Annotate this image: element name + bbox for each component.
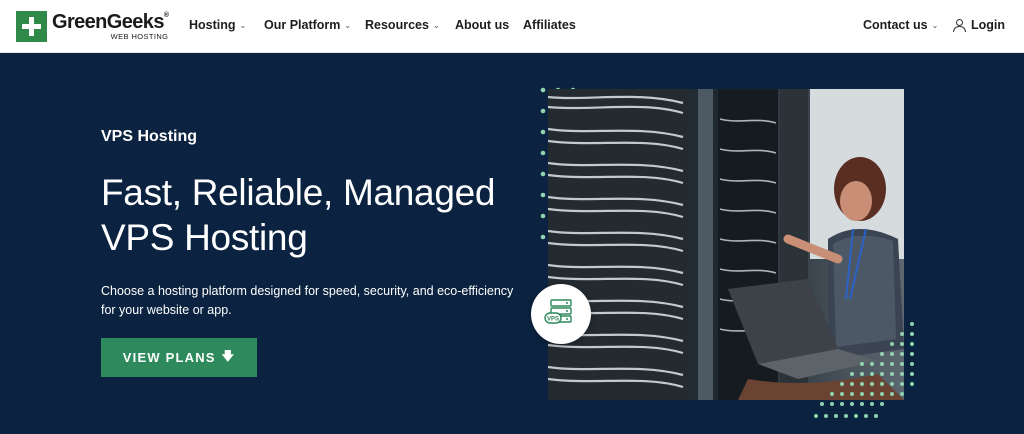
nav-about-us[interactable]: About us	[455, 18, 509, 32]
nav-affiliates-label: Affiliates	[523, 18, 576, 32]
chevron-down-icon: ⌄	[432, 20, 440, 30]
vps-server-badge: VPS	[531, 284, 591, 344]
nav-contact-us[interactable]: Contact us ⌄	[863, 18, 938, 32]
nav-hosting[interactable]: Hosting ⌄	[189, 18, 246, 32]
registered-mark: ®	[163, 12, 169, 20]
chevron-down-icon: ⌄	[931, 20, 939, 30]
logo-tagline: WEB HOSTING	[110, 32, 169, 42]
view-plans-label: VIEW PLANS	[122, 350, 216, 365]
login-link[interactable]: Login	[953, 18, 1005, 32]
nav-platform-label: Our Platform	[264, 18, 341, 32]
view-plans-button[interactable]: VIEW PLANS 🡇	[101, 338, 257, 377]
nav-our-platform[interactable]: Our Platform ⌄	[264, 18, 351, 32]
plus-icon	[16, 11, 47, 42]
nav-resources[interactable]: Resources ⌄	[365, 18, 440, 32]
nav-affiliates[interactable]: Affiliates	[523, 18, 576, 32]
nav-about-label: About us	[455, 18, 510, 32]
chevron-down-icon: ⌄	[344, 20, 352, 30]
nav-resources-label: Resources	[365, 18, 429, 32]
vps-server-icon: VPS	[544, 299, 572, 324]
user-icon	[953, 18, 966, 32]
logo-name: GreenGeeks	[52, 11, 164, 34]
site-header: GreenGeeks® WEB HOSTING Hosting ⌄ Our Pla…	[0, 0, 1024, 53]
hero-description: Choose a hosting platform designed for s…	[101, 284, 514, 317]
arrow-down-icon: 🡇	[221, 349, 236, 363]
dot-pattern-decoration-bottom	[814, 322, 914, 418]
nav-hosting-label: Hosting	[189, 18, 236, 32]
login-label: Login	[971, 18, 1006, 32]
hero-title: Fast, Reliable, Managed VPS Hosting	[101, 172, 496, 258]
hero-eyebrow: VPS Hosting	[101, 128, 198, 145]
chevron-down-icon: ⌄	[239, 20, 247, 30]
vps-badge-label: VPS	[547, 317, 559, 323]
nav-contact-label: Contact us	[863, 18, 928, 32]
greengeeks-logo[interactable]: GreenGeeks® WEB HOSTING	[16, 11, 169, 42]
